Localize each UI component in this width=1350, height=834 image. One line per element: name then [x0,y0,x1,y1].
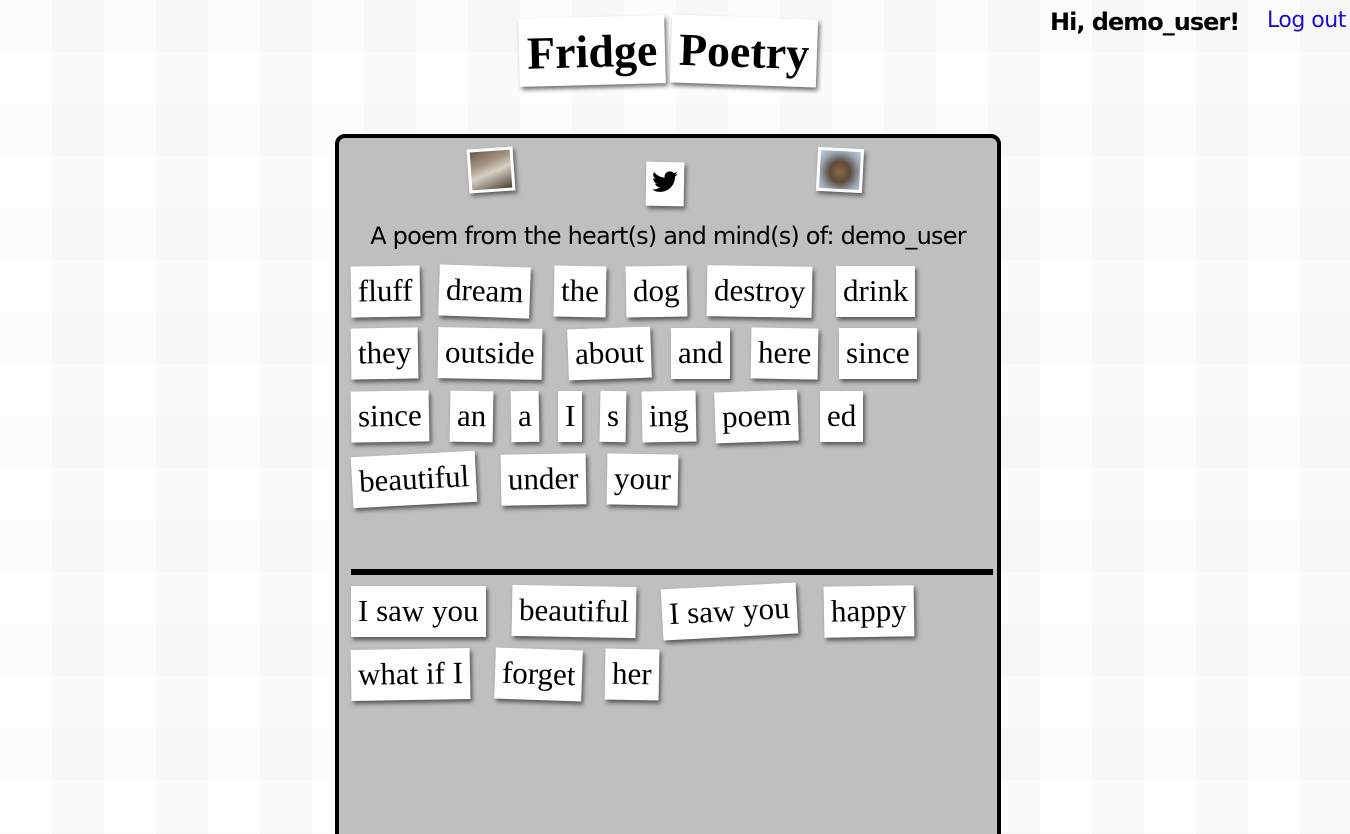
word-magnet[interactable]: fluff [350,265,420,318]
title-word-fridge: Fridge [518,15,667,87]
word-magnet[interactable]: and [671,328,730,379]
poem-magnet[interactable]: what if I [350,647,471,702]
user-greeting: Hi, demo_user! [1050,8,1240,36]
board-divider [351,569,993,575]
twitter-share-button[interactable] [645,161,685,207]
word-magnet[interactable]: dream [438,264,532,319]
poem-magnet[interactable]: her [604,648,660,701]
word-magnet[interactable]: the [553,265,607,318]
dog-avatar-icon[interactable] [815,146,865,194]
word-magnet[interactable]: under [500,453,587,506]
word-magnet[interactable]: here [750,327,819,380]
word-magnet[interactable]: outside [437,327,542,380]
word-magnet[interactable]: since [350,390,430,443]
poem-credit: A poem from the heart(s) and mind(s) of:… [370,222,966,250]
poem-magnet[interactable]: I saw you [351,586,486,637]
word-magnet[interactable]: dog [625,265,687,318]
word-magnet[interactable]: they [350,327,419,380]
photo-avatar-icon[interactable] [466,146,516,194]
title-word-poetry: Poetry [669,14,819,88]
fridge-board: A poem from the heart(s) and mind(s) of:… [335,134,1001,834]
word-magnet[interactable]: since [839,328,917,379]
word-magnet[interactable]: beautiful [350,450,478,509]
word-magnet[interactable]: drink [836,266,916,317]
poem-magnet[interactable]: forget [494,647,584,702]
word-magnet[interactable]: I [558,391,583,442]
word-magnet[interactable]: destroy [706,265,813,318]
word-magnet[interactable]: your [606,453,679,506]
logout-link[interactable]: Log out [1267,8,1346,33]
poem-magnet[interactable]: I saw you [660,582,798,641]
word-magnet[interactable]: ed [820,391,864,442]
word-magnet[interactable]: s [599,390,627,443]
poem-magnet[interactable]: beautiful [511,584,637,639]
twitter-icon [651,170,678,197]
poem-magnet[interactable]: happy [823,585,915,638]
word-magnet[interactable]: poem [714,389,799,444]
word-magnet[interactable]: ing [641,390,697,443]
word-magnet[interactable]: about [567,326,652,381]
word-magnet[interactable]: a [510,390,540,443]
word-magnet[interactable]: an [449,390,494,443]
